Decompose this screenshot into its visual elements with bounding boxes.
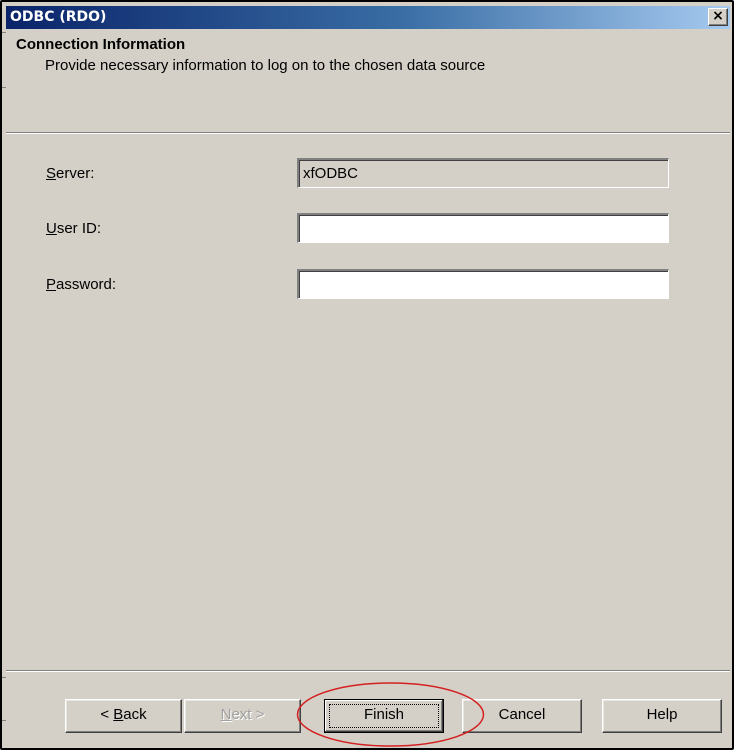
page-title: Connection Information [16,36,186,53]
odbc-dialog-window: ODBC (RDO) × Connection Information Prov… [0,0,734,750]
edge-mark [2,720,6,721]
edge-mark [2,677,6,678]
back-button[interactable]: < Back [65,699,182,733]
password-field[interactable] [297,269,669,299]
footer-separator [6,670,730,672]
page-description: Provide necessary information to log on … [45,57,486,74]
server-label: Server: [46,165,95,182]
user-id-label: User ID: [46,220,102,237]
edge-mark [2,32,6,33]
close-button[interactable]: × [708,8,728,26]
help-button[interactable]: Help [602,699,722,733]
window-title: ODBC (RDO) [10,9,107,25]
header-separator [6,132,730,134]
title-bar[interactable]: ODBC (RDO) × [6,6,730,29]
cancel-button[interactable]: Cancel [462,699,582,733]
focus-ring [329,704,439,728]
close-icon: × [712,8,724,24]
password-label: Password: [46,276,117,293]
next-button[interactable]: Next > [184,699,301,733]
user-id-field[interactable] [297,213,669,243]
edge-mark [2,87,6,88]
finish-button[interactable]: Finish [324,699,444,733]
server-field[interactable] [297,158,669,188]
